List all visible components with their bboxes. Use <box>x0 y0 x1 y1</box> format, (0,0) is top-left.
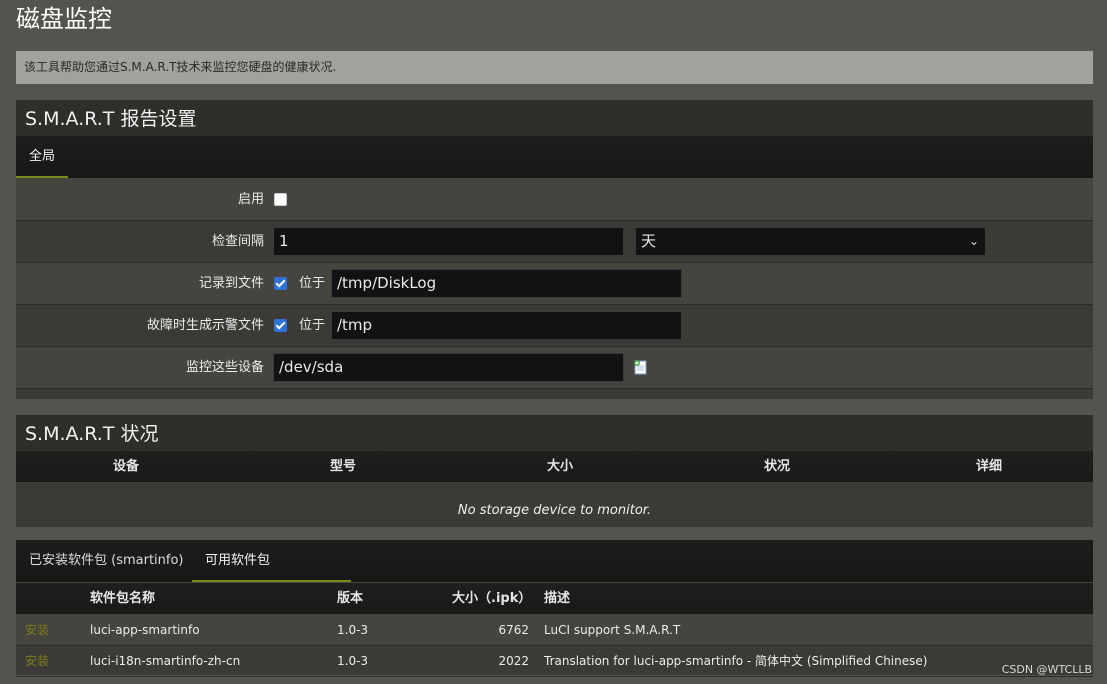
devices-row: 监控这些设备 /dev/sda <box>16 347 1093 389</box>
devices-input[interactable]: /dev/sda <box>273 353 624 382</box>
column-version: 版本 <box>337 591 364 606</box>
alert-file-row: 故障时生成示警文件 位于 /tmp <box>16 305 1093 347</box>
column-model: 型号 <box>329 459 356 474</box>
tab-global[interactable]: 全局 <box>16 136 69 178</box>
tab-available-packages[interactable]: 可用软件包 (smartinfo) <box>192 540 351 610</box>
column-device: 设备 <box>112 459 139 474</box>
package-size: 2022 <box>498 654 529 668</box>
enable-label: 启用 <box>237 192 264 207</box>
interval-input[interactable]: 1 <box>273 227 624 256</box>
alert-file-label: 故障时生成示警文件 <box>146 318 264 333</box>
package-description: LuCI support S.M.A.R.T <box>544 623 681 637</box>
alert-file-location-label: 位于 <box>299 318 326 333</box>
column-size: 大小 <box>546 459 573 474</box>
smart-settings-section: S.M.A.R.T 报告设置 全局 启用 检查间隔 1 天 ⌄ 记录到文件 位于… <box>16 100 1093 399</box>
install-link[interactable]: 安装 <box>25 646 49 676</box>
page-description: 该工具帮助您通过S.M.A.R.T技术来监控您硬盘的健康状况. <box>16 51 1093 84</box>
column-ipk-size: 大小（.ipk） <box>452 591 532 606</box>
tab-installed-packages[interactable]: 已安装软件包 (smartinfo) <box>16 540 197 582</box>
log-file-checkbox[interactable] <box>274 277 287 290</box>
log-file-path-input[interactable]: /tmp/DiskLog <box>331 269 682 298</box>
watermark: CSDN @WTCLLB <box>1001 663 1092 676</box>
enable-checkbox[interactable] <box>274 193 287 206</box>
enable-row: 启用 <box>16 179 1093 221</box>
package-name: luci-app-smartinfo <box>90 623 200 637</box>
interval-label: 检查间隔 <box>211 234 264 249</box>
add-document-icon[interactable] <box>633 359 649 375</box>
column-details: 详细 <box>975 459 1002 474</box>
package-name: luci-i18n-smartinfo-zh-cn <box>90 654 241 668</box>
package-size: 6762 <box>498 623 529 637</box>
packages-table-header: 软件包名称 版本 大小（.ipk） 描述 <box>16 583 1093 615</box>
log-file-label: 记录到文件 <box>198 276 264 291</box>
alert-file-path-input[interactable]: /tmp <box>331 311 682 340</box>
chevron-down-icon: ⌄ <box>968 234 979 248</box>
empty-message: No storage device to monitor. <box>457 503 652 518</box>
package-version: 1.0-3 <box>337 654 369 668</box>
install-link[interactable]: 安装 <box>25 615 49 645</box>
settings-tabbar: 全局 <box>16 136 1093 179</box>
section-title: S.M.A.R.T 状况 <box>16 415 1093 451</box>
column-description: 描述 <box>544 591 571 606</box>
interval-unit-value: 天 <box>641 232 657 250</box>
packages-section: 已安装软件包 (smartinfo) 可用软件包 (smartinfo) 软件包… <box>16 540 1093 677</box>
status-table-header: 设备 型号 大小 状况 详细 <box>16 451 1093 483</box>
smart-status-section: S.M.A.R.T 状况 设备 型号 大小 状况 详细 No storage d… <box>16 415 1093 527</box>
table-row: 安装 luci-i18n-smartinfo-zh-cn 1.0-3 2022 … <box>16 646 1093 677</box>
page-title: 磁盘监控 <box>16 5 112 33</box>
table-row: 安装 luci-app-smartinfo 1.0-3 6762 LuCI su… <box>16 615 1093 646</box>
interval-unit-select[interactable]: 天 ⌄ <box>635 227 986 256</box>
column-package-name: 软件包名称 <box>90 591 156 606</box>
log-file-location-label: 位于 <box>299 276 326 291</box>
package-version: 1.0-3 <box>337 623 369 637</box>
section-title: S.M.A.R.T 报告设置 <box>16 100 1093 136</box>
devices-label: 监控这些设备 <box>185 360 264 375</box>
package-description: Translation for luci-app-smartinfo - 简体中… <box>544 654 928 668</box>
interval-row: 检查间隔 1 天 ⌄ <box>16 221 1093 263</box>
log-file-row: 记录到文件 位于 /tmp/DiskLog <box>16 263 1093 305</box>
alert-file-checkbox[interactable] <box>274 319 287 332</box>
column-status: 状况 <box>763 459 790 474</box>
packages-tabbar: 已安装软件包 (smartinfo) 可用软件包 (smartinfo) <box>16 540 1093 610</box>
